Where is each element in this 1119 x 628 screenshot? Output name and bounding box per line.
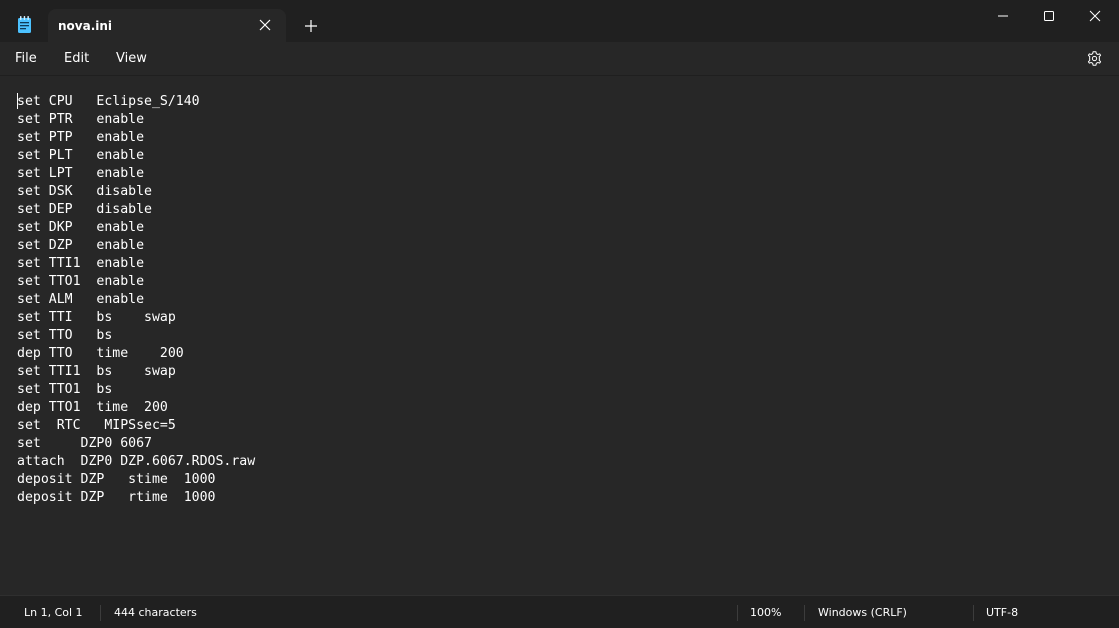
- status-separator: [973, 605, 974, 621]
- menu-file[interactable]: File: [15, 51, 37, 66]
- maximize-icon: [1044, 11, 1054, 21]
- maximize-button[interactable]: [1026, 0, 1072, 32]
- tab-title: nova.ini: [58, 19, 113, 33]
- close-icon[interactable]: [256, 16, 274, 34]
- text-caret: [17, 93, 18, 109]
- menu-edit[interactable]: Edit: [64, 51, 89, 66]
- status-separator: [100, 605, 101, 621]
- encoding[interactable]: UTF-8: [986, 606, 1018, 619]
- zoom-level[interactable]: 100%: [750, 606, 781, 619]
- notepad-icon: [18, 16, 31, 33]
- tab-nova-ini[interactable]: nova.ini: [48, 9, 286, 42]
- character-count: 444 characters: [114, 606, 197, 619]
- close-window-button[interactable]: [1072, 0, 1118, 32]
- menu-bar: File Edit View: [0, 42, 1119, 75]
- title-bar: nova.ini: [0, 0, 1119, 42]
- minimize-button[interactable]: [980, 0, 1026, 32]
- cursor-position[interactable]: Ln 1, Col 1: [24, 606, 83, 619]
- gear-icon[interactable]: [1086, 50, 1103, 67]
- text-editor[interactable]: set CPU Eclipse_S/140 set PTR enable set…: [0, 75, 1119, 595]
- menu-view[interactable]: View: [116, 51, 147, 66]
- line-ending[interactable]: Windows (CRLF): [818, 606, 907, 619]
- status-separator: [737, 605, 738, 621]
- status-bar: Ln 1, Col 1 444 characters 100% Windows …: [0, 595, 1119, 628]
- plus-icon[interactable]: [302, 17, 320, 35]
- close-icon: [1089, 10, 1101, 22]
- status-separator: [804, 605, 805, 621]
- editor-content[interactable]: set CPU Eclipse_S/140 set PTR enable set…: [17, 93, 255, 507]
- minimize-icon: [998, 15, 1008, 17]
